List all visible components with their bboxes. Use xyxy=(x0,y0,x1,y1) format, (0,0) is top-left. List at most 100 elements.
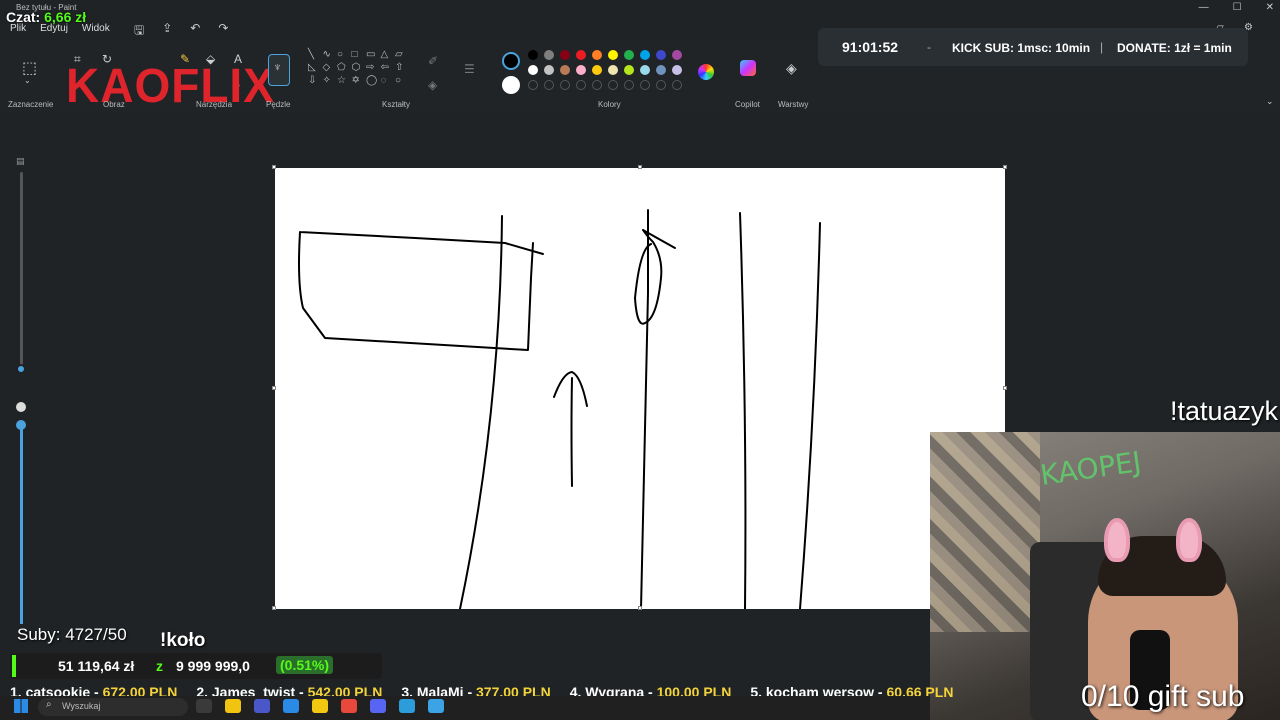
color-swatch[interactable] xyxy=(640,50,650,60)
custom-color-slot[interactable] xyxy=(640,80,650,90)
outline-icon[interactable]: ✐ xyxy=(428,54,438,68)
minimize-button[interactable]: — xyxy=(1199,2,1209,13)
custom-color-slot[interactable] xyxy=(544,80,554,90)
taskbar-app-icon[interactable] xyxy=(254,699,270,713)
edit-colors-icon[interactable] xyxy=(698,64,714,80)
brush-size-thumb[interactable] xyxy=(16,420,26,430)
shape-option[interactable]: ⇨ xyxy=(366,62,381,73)
color-swatch[interactable] xyxy=(528,50,538,60)
custom-color-slot[interactable] xyxy=(608,80,618,90)
taskbar-app-icon[interactable] xyxy=(283,699,299,713)
color-swatch[interactable] xyxy=(672,50,682,60)
canvas-resize-handle[interactable] xyxy=(272,165,276,169)
shape-option[interactable]: ✡ xyxy=(352,75,367,86)
color-swatch[interactable] xyxy=(528,65,538,75)
drawing-canvas[interactable] xyxy=(275,168,1005,610)
shape-option[interactable]: ◯ xyxy=(366,75,381,86)
taskbar-search[interactable]: Wyszukaj xyxy=(38,698,188,716)
custom-color-slot[interactable] xyxy=(560,80,570,90)
secondary-color[interactable] xyxy=(502,76,520,94)
shape-option[interactable]: ◌ xyxy=(381,75,396,86)
share-icon[interactable]: ⇪ xyxy=(162,21,172,42)
canvas-resize-handle[interactable] xyxy=(638,606,642,610)
taskbar-app-icon[interactable] xyxy=(428,699,444,713)
color-swatch[interactable] xyxy=(608,50,618,60)
color-swatch[interactable] xyxy=(576,50,586,60)
fill-shape-icon[interactable]: ◈ xyxy=(428,78,437,92)
canvas-resize-handle[interactable] xyxy=(1003,386,1007,390)
color-swatch[interactable] xyxy=(672,65,682,75)
custom-color-slot[interactable] xyxy=(592,80,602,90)
canvas-resize-handle[interactable] xyxy=(272,606,276,610)
shape-option[interactable]: □ xyxy=(352,49,367,60)
shape-option[interactable]: △ xyxy=(381,49,396,60)
color-swatch[interactable] xyxy=(656,50,666,60)
windows-start-icon[interactable] xyxy=(14,699,28,713)
color-swatch[interactable] xyxy=(656,65,666,75)
custom-color-slot[interactable] xyxy=(576,80,586,90)
shape-option[interactable]: ▱ xyxy=(395,49,410,60)
color-swatch[interactable] xyxy=(592,65,602,75)
taskbar-app-icon[interactable] xyxy=(196,699,212,713)
maximize-button[interactable]: ☐ xyxy=(1233,2,1242,13)
layers-icon[interactable]: ◈ xyxy=(786,60,797,77)
taskbar-app-icon[interactable] xyxy=(370,699,386,713)
custom-color-slot[interactable] xyxy=(624,80,634,90)
taskbar-app-icon[interactable] xyxy=(312,699,328,713)
zoom-slider-thumb[interactable] xyxy=(16,364,26,374)
chevron-down-icon[interactable]: ⌄ xyxy=(24,76,31,85)
canvas-resize-handle[interactable] xyxy=(272,386,276,390)
color-swatch[interactable] xyxy=(544,65,554,75)
color-swatch[interactable] xyxy=(624,50,634,60)
custom-color-slot[interactable] xyxy=(656,80,666,90)
color-swatch[interactable] xyxy=(560,50,570,60)
search-icon: ⌕ xyxy=(46,699,52,710)
undo-icon[interactable]: ↶ xyxy=(190,21,200,42)
shape-option[interactable]: ⇦ xyxy=(381,62,396,73)
shape-option[interactable]: ○ xyxy=(395,75,410,86)
shape-option[interactable]: ╲ xyxy=(308,49,323,60)
group-image-label: Obraz xyxy=(103,100,125,109)
custom-color-slot[interactable] xyxy=(528,80,538,90)
shape-option[interactable]: ⇧ xyxy=(395,62,410,73)
menu-file[interactable]: Plik xyxy=(10,23,26,34)
color-swatch[interactable] xyxy=(576,65,586,75)
brush-size-slider[interactable] xyxy=(20,424,23,624)
color-swatch[interactable] xyxy=(544,50,554,60)
shape-option[interactable]: ☆ xyxy=(337,75,352,86)
group-brushes-label: Pędzle xyxy=(266,100,291,109)
copilot-icon[interactable] xyxy=(740,60,756,76)
selection-icon[interactable]: ⬚ xyxy=(22,58,37,78)
shape-option[interactable]: ⬠ xyxy=(337,62,352,73)
color-swatch[interactable] xyxy=(624,65,634,75)
color-swatch[interactable] xyxy=(592,50,602,60)
taskbar-app-icon[interactable] xyxy=(225,699,241,713)
ribbon-collapse-icon[interactable]: ⌄ xyxy=(1266,96,1274,107)
shape-option[interactable]: ⇩ xyxy=(308,75,323,86)
shape-option[interactable]: ▭ xyxy=(366,49,381,60)
custom-color-slot[interactable] xyxy=(672,80,682,90)
color-swatch[interactable] xyxy=(640,65,650,75)
redo-icon[interactable]: ↷ xyxy=(218,21,228,42)
cat-ear-left xyxy=(1104,518,1130,562)
shape-option[interactable]: ◇ xyxy=(323,62,338,73)
color-swatch[interactable] xyxy=(560,65,570,75)
primary-color[interactable] xyxy=(502,52,520,70)
canvas-resize-handle[interactable] xyxy=(1003,165,1007,169)
menu-view[interactable]: Widok xyxy=(82,23,110,34)
zoom-slider-track[interactable] xyxy=(20,172,23,372)
shape-option[interactable]: ✧ xyxy=(323,75,338,86)
save-icon[interactable]: 🖫 xyxy=(134,21,144,42)
close-button[interactable]: ✕ xyxy=(1266,2,1274,13)
menu-edit[interactable]: Edytuj xyxy=(40,23,68,34)
canvas-resize-handle[interactable] xyxy=(638,165,642,169)
taskbar-app-icon[interactable] xyxy=(399,699,415,713)
shape-option[interactable]: ∿ xyxy=(323,49,338,60)
taskbar-apps xyxy=(196,699,444,713)
shape-option[interactable]: ⬡ xyxy=(352,62,367,73)
color-swatch[interactable] xyxy=(608,65,618,75)
shape-option[interactable]: ○ xyxy=(337,49,352,60)
taskbar-app-icon[interactable] xyxy=(341,699,357,713)
shape-option[interactable]: ◺ xyxy=(308,62,323,73)
line-width-icon[interactable]: ☰ xyxy=(464,62,475,76)
